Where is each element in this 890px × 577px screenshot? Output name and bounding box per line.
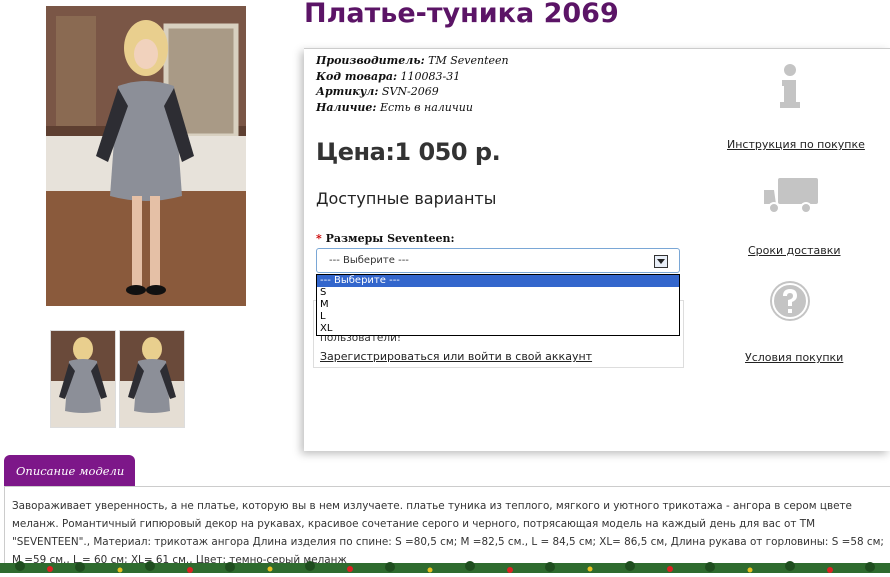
tab-model-description[interactable]: Описание модели (4, 455, 135, 487)
question-icon (768, 279, 812, 323)
spec-value: 110083-31 (397, 69, 461, 83)
spec-label: Код товара: (316, 69, 398, 83)
product-price: Цена:1 050 р. (316, 138, 501, 166)
spec-value: ТМ Seventeen (424, 54, 509, 67)
spec-label: Артикул: (316, 85, 379, 98)
variants-heading: Доступные варианты (316, 189, 497, 208)
spec-manufacturer: Производитель: ТМ Seventeen (316, 53, 509, 69)
size-select-label: * Размеры Seventeen: (316, 232, 455, 245)
tab-label: Описание модели (16, 464, 125, 478)
spec-label: Наличие: (316, 100, 377, 114)
spec-article: Артикул: SVN-2069 (316, 84, 509, 100)
product-specs: Производитель: ТМ Seventeen Код товара: … (316, 53, 509, 115)
product-thumbnail-1[interactable] (51, 331, 115, 427)
spec-label: Производитель: (316, 54, 425, 67)
product-thumbnail-2[interactable] (120, 331, 184, 427)
size-dropdown-list[interactable]: --- Выберите --- S M L XL (316, 274, 680, 336)
size-option[interactable]: S (317, 287, 679, 299)
size-option[interactable]: L (317, 311, 679, 323)
purchase-terms-link[interactable]: Условия покупки (745, 351, 843, 364)
purchase-instructions-link[interactable]: Инструкция по покупке (727, 138, 865, 151)
truck-icon (762, 176, 820, 216)
spec-product-code: Код товара: 110083-31 (316, 69, 509, 85)
spec-value: SVN-2069 (378, 85, 439, 98)
delivery-terms-link[interactable]: Сроки доставки (748, 244, 841, 257)
spec-availability: Наличие: Есть в наличии (316, 100, 509, 116)
product-main-photo[interactable] (46, 6, 246, 306)
size-option[interactable]: --- Выберите --- (317, 275, 679, 287)
register-login-link[interactable]: Зарегистрироваться или войти в свой акка… (320, 350, 592, 363)
size-select[interactable]: --- Выберите --- (316, 248, 680, 273)
chevron-down-icon[interactable] (654, 255, 668, 268)
info-icon (776, 62, 804, 112)
size-option[interactable]: M (317, 299, 679, 311)
size-option[interactable]: XL (317, 323, 679, 335)
christmas-garland-decoration (0, 558, 890, 573)
size-label-text: Размеры Seventeen: (321, 232, 455, 245)
page-title: Платье-туника 2069 (304, 0, 619, 29)
spec-value: Есть в наличии (376, 100, 473, 114)
size-select-value: --- Выберите --- (329, 255, 409, 266)
